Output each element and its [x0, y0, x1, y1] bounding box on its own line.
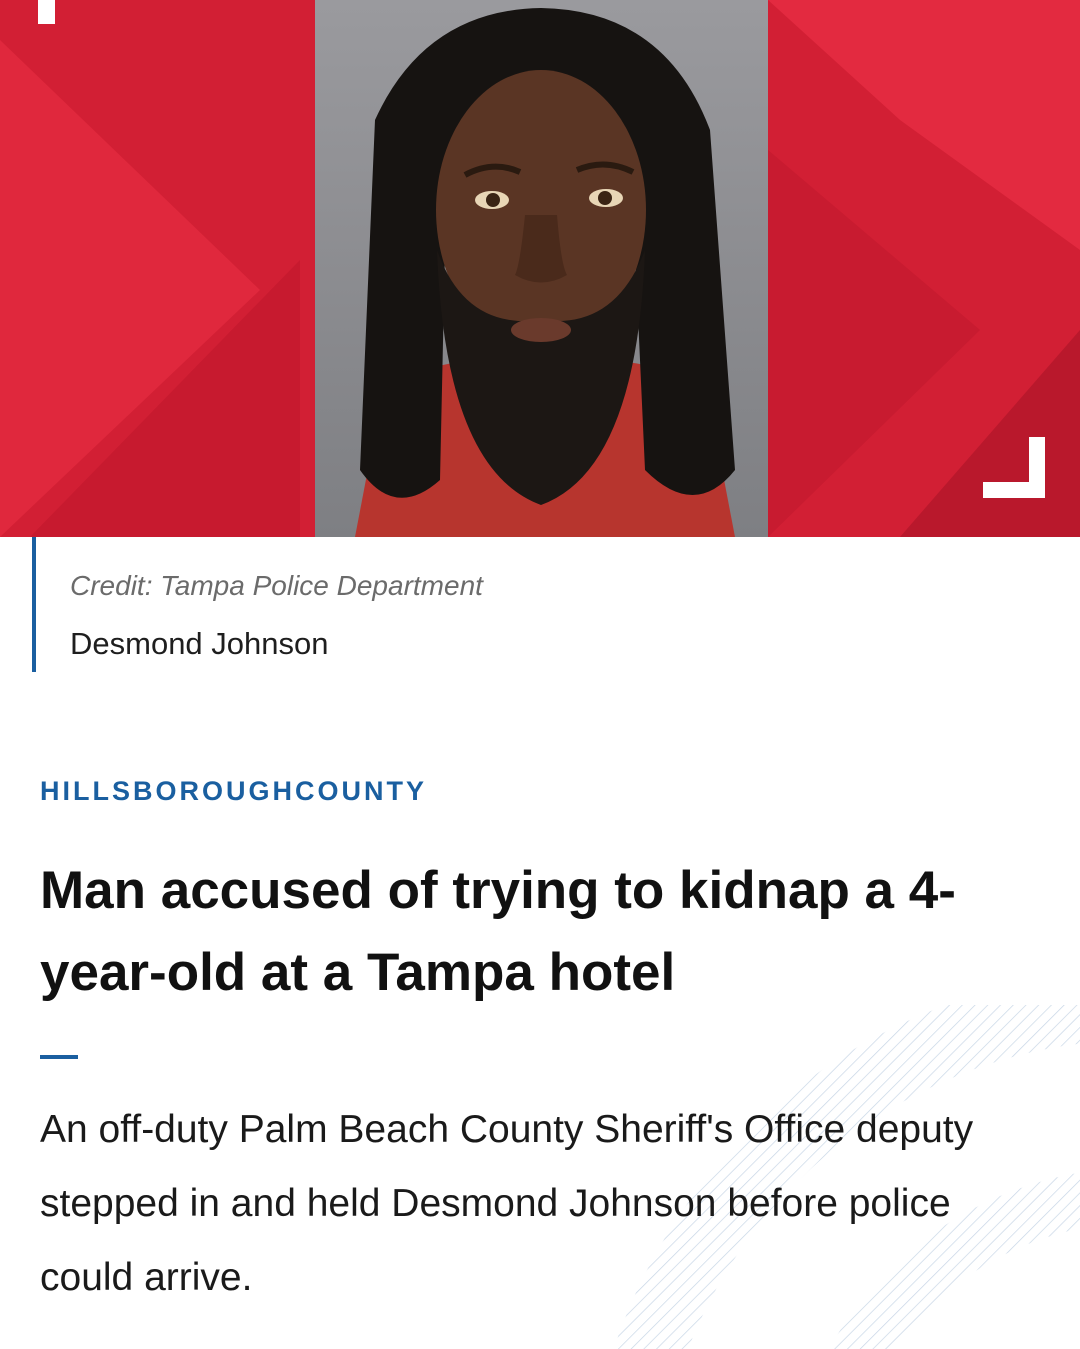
mugshot-photo [315, 0, 768, 537]
photo-caption: Credit: Tampa Police Department Desmond … [32, 537, 736, 672]
photo-subject-name: Desmond Johnson [70, 626, 329, 661]
hero-image-panel [0, 0, 1080, 537]
frame-corner-bottom-right [983, 437, 1045, 498]
photo-credit: Credit: Tampa Police Department [70, 570, 483, 601]
article-category[interactable]: HILLSBOROUGHCOUNTY [40, 776, 427, 807]
article-summary: An off-duty Palm Beach County Sheriff's … [40, 1108, 974, 1299]
frame-corner-top-left [38, 0, 55, 24]
article-headline[interactable]: Man accused of trying to kidnap a 4-year… [40, 850, 1050, 1014]
headline-divider [40, 1055, 78, 1059]
